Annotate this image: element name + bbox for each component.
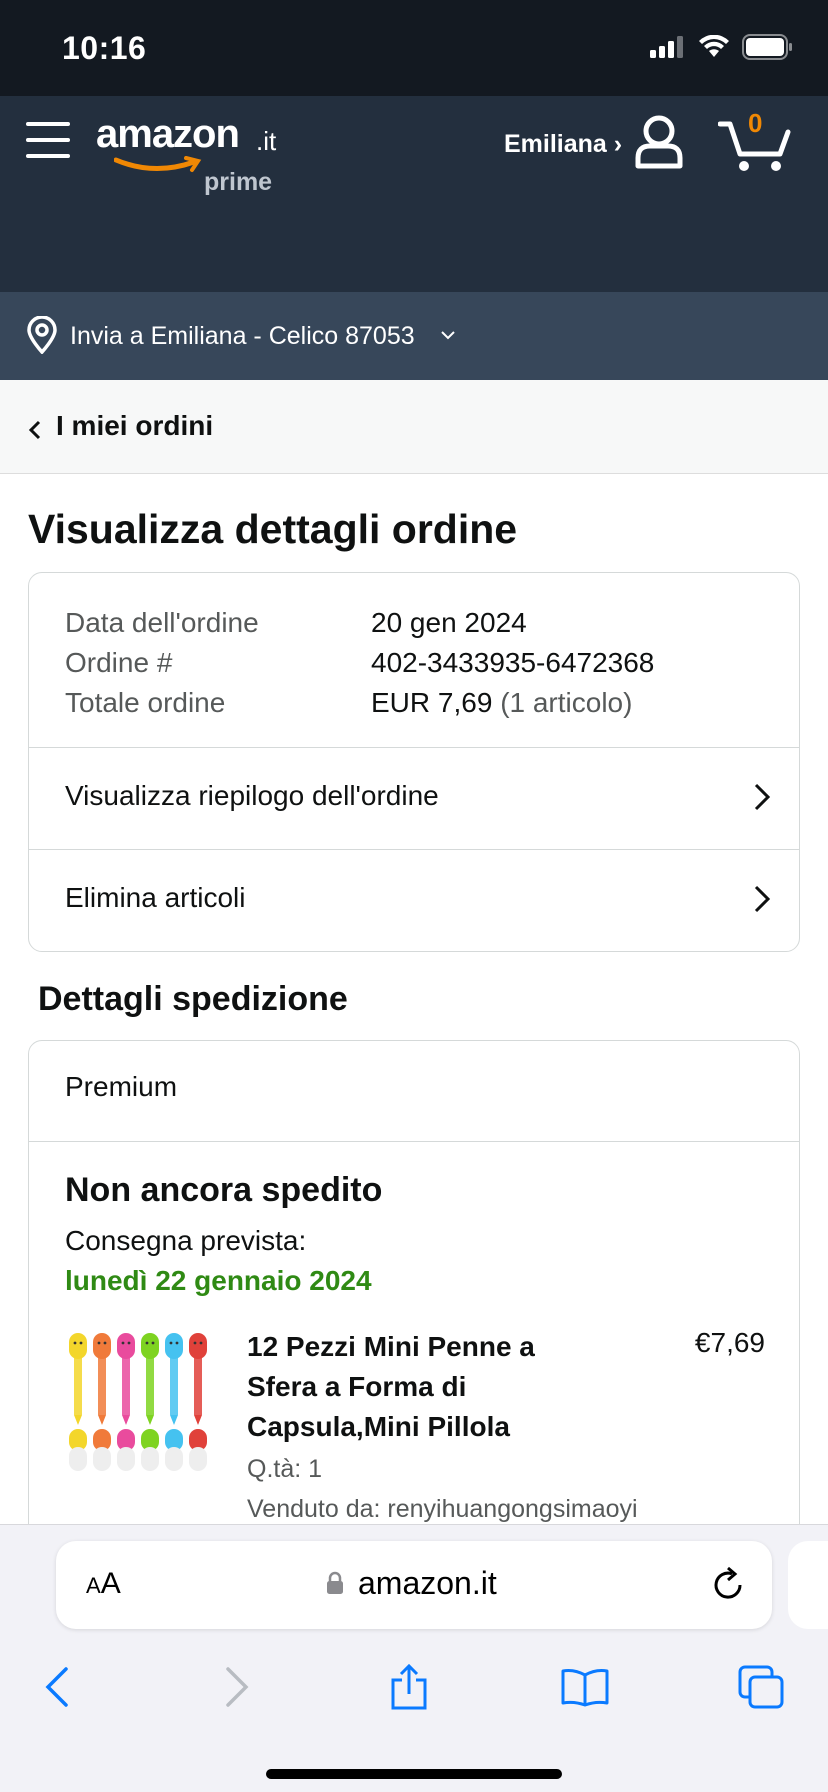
order-date-label: Data dell'ordine: [65, 607, 259, 638]
order-number-label: Ordine #: [65, 647, 173, 678]
share-icon: [391, 1664, 427, 1710]
order-total-label: Totale ordine: [65, 687, 226, 718]
forward-button[interactable]: [202, 1657, 272, 1717]
home-indicator: [266, 1769, 562, 1779]
forward-arrow-icon: [226, 1667, 249, 1707]
product-image[interactable]: [65, 1331, 211, 1477]
reader-settings-button[interactable]: AA: [86, 1567, 121, 1601]
chevron-right-icon: [754, 783, 771, 811]
product-quantity: Q.tà: 1: [247, 1455, 323, 1483]
battery-icon: [742, 34, 792, 60]
pen-graphic: [141, 1333, 159, 1471]
order-total-value: EUR 7,69 (1 articolo): [371, 683, 632, 723]
pen-graphic: [93, 1333, 111, 1471]
product-title-link[interactable]: 12 Pezzi Mini Penne a Sfera a Forma di C…: [247, 1327, 607, 1447]
tabs-icon: [738, 1665, 784, 1709]
chevron-down-icon: [441, 331, 455, 340]
shipping-section-title: Dettagli spedizione: [38, 980, 348, 1018]
shipment-status: Non ancora spedito: [65, 1171, 383, 1209]
address-bar[interactable]: AA amazon.it: [56, 1541, 772, 1629]
next-tab-preview[interactable]: [788, 1541, 828, 1629]
chevron-left-icon: [28, 420, 41, 440]
cart-count-badge: 0: [748, 108, 763, 138]
bookmarks-button[interactable]: [550, 1657, 620, 1717]
book-icon: [561, 1669, 609, 1707]
remove-items-label: Elimina articoli: [65, 882, 246, 913]
shipment-card: Premium Non ancora spedito Consegna prev…: [28, 1040, 800, 1580]
browser-toolbar: AA amazon.it: [0, 1524, 828, 1792]
logo-prime: prime: [204, 168, 273, 196]
pen-graphic: [117, 1333, 135, 1471]
hamburger-menu-icon[interactable]: [26, 122, 70, 162]
cellular-signal-icon: [650, 36, 683, 58]
status-icons: [650, 34, 794, 60]
order-total-amount: EUR 7,69: [371, 687, 493, 718]
amazon-prime-logo[interactable]: amazon .it prime: [96, 112, 296, 196]
product-seller: Venduto da: renyihuangongsimaoyi: [247, 1495, 638, 1523]
status-time: 10:16: [62, 30, 147, 66]
delivery-location-bar[interactable]: Invia a Emiliana - Celico 87053: [0, 292, 828, 380]
order-date-value: 20 gen 2024: [371, 607, 527, 638]
smile-arrow-icon: [114, 156, 202, 172]
delivery-estimate-date: lunedì 22 gennaio 2024: [65, 1265, 372, 1296]
tabs-button[interactable]: [726, 1657, 796, 1717]
logo-tld: .it: [256, 126, 277, 156]
remove-items-link[interactable]: Elimina articoli: [29, 849, 799, 951]
order-summary-card: Data dell'ordine 20 gen 2024 Ordine # 40…: [28, 572, 800, 952]
delivery-estimate-label: Consegna prevista:: [65, 1225, 307, 1256]
pen-graphic: [189, 1333, 207, 1471]
pen-graphic: [69, 1333, 87, 1471]
back-button[interactable]: [22, 1657, 92, 1717]
share-button[interactable]: [374, 1657, 444, 1717]
view-order-summary-link[interactable]: Visualizza riepilogo dell'ordine: [29, 747, 799, 849]
cart-button[interactable]: 0: [718, 108, 792, 171]
wifi-icon: [699, 35, 729, 57]
back-arrow-icon: [45, 1667, 68, 1707]
order-total-items: (1 articolo): [500, 687, 633, 718]
order-number-value: 402-3433935-6472368: [371, 647, 655, 678]
shipping-type: Premium: [65, 1071, 178, 1102]
url-text: amazon.it: [358, 1565, 497, 1601]
account-link[interactable]: Emiliana ›: [504, 130, 622, 159]
user-icon[interactable]: [634, 114, 684, 170]
logo-wordmark: amazon: [96, 112, 240, 156]
delivery-location-text: Invia a Emiliana - Celico 87053: [70, 322, 415, 350]
page-title: Visualizza dettagli ordine: [28, 506, 518, 552]
site-header: amazon .it prime Emiliana › 0: [0, 96, 828, 380]
reload-icon[interactable]: [710, 1565, 746, 1603]
breadcrumb[interactable]: I miei ordini: [0, 380, 828, 474]
status-bar: 10:16: [0, 0, 828, 96]
location-pin-icon: [27, 316, 57, 354]
lock-icon: [327, 1571, 343, 1594]
breadcrumb-my-orders[interactable]: I miei ordini: [56, 410, 213, 442]
order-info: Data dell'ordine 20 gen 2024 Ordine # 40…: [65, 603, 654, 723]
pen-graphic: [165, 1333, 183, 1471]
product-price: €7,69: [694, 1327, 765, 1358]
divider: [29, 1141, 799, 1142]
chevron-right-icon: [754, 885, 771, 913]
view-order-summary-label: Visualizza riepilogo dell'ordine: [65, 780, 439, 811]
